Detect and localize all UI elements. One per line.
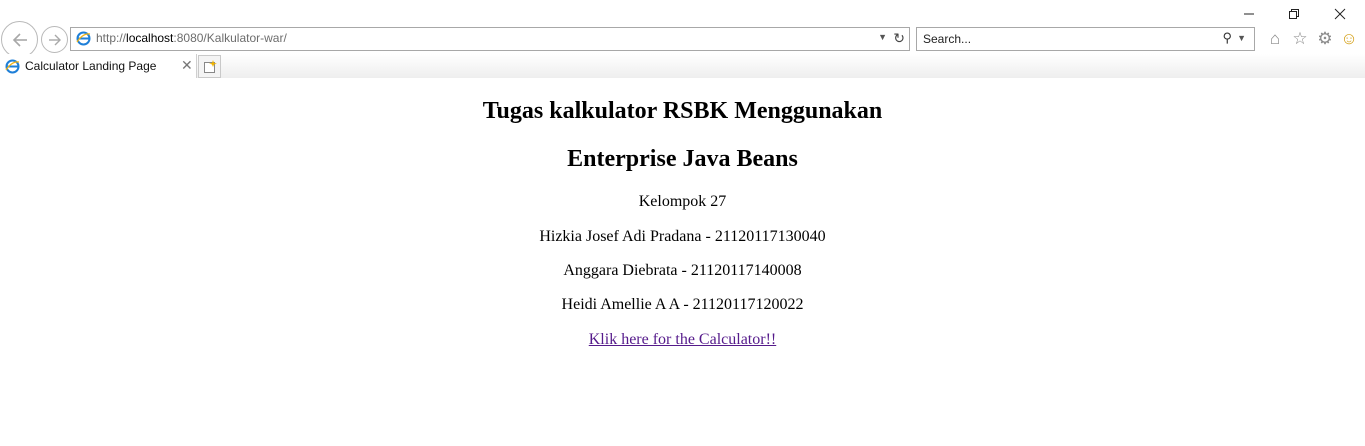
- member-2: Anggara Diebrata - 21120117140008: [563, 262, 802, 279]
- address-dropdown-icon[interactable]: ▼: [878, 32, 887, 42]
- minimize-button[interactable]: [1226, 0, 1272, 28]
- page-title-line2: Enterprise Java Beans: [567, 146, 798, 172]
- forward-button[interactable]: [41, 26, 68, 53]
- tab-title: Calculator Landing Page: [25, 59, 157, 73]
- member-3: Heidi Amellie A A - 21120117120022: [561, 296, 804, 313]
- address-bar[interactable]: http://localhost:8080/Kalkulator-war/ ▼ …: [70, 27, 910, 51]
- smiley-feedback-icon[interactable]: ☺: [1339, 29, 1359, 49]
- tab-calculator-landing[interactable]: Calculator Landing Page ✕: [0, 54, 197, 78]
- forward-arrow-icon: [48, 34, 61, 45]
- restore-icon: [1289, 9, 1299, 19]
- close-icon: [1334, 8, 1346, 20]
- favorites-star-icon[interactable]: ☆: [1290, 29, 1310, 49]
- settings-gear-icon[interactable]: ⚙: [1315, 29, 1335, 49]
- search-icon[interactable]: ⚲: [1222, 30, 1232, 46]
- tab-bar: Calculator Landing Page ✕: [0, 54, 1365, 78]
- back-button[interactable]: [1, 21, 38, 58]
- new-tab-icon: [203, 59, 217, 73]
- restore-button[interactable]: [1271, 0, 1317, 28]
- browser-chrome: http://localhost:8080/Kalkulator-war/ ▼ …: [0, 0, 1365, 78]
- page-title-line1: Tugas kalkulator RSBK Menggunakan: [482, 98, 883, 124]
- close-tab-icon[interactable]: ✕: [181, 57, 193, 74]
- ie-logo-icon: [5, 59, 20, 74]
- address-url: http://localhost:8080/Kalkulator-war/: [96, 31, 287, 45]
- calculator-link[interactable]: Klik here for the Calculator!!: [589, 331, 776, 348]
- search-box[interactable]: Search... ⚲ ▼: [916, 27, 1255, 51]
- new-tab-button[interactable]: [198, 55, 221, 78]
- member-1: Hizkia Josef Adi Pradana - 2112011713004…: [539, 228, 826, 245]
- close-window-button[interactable]: [1317, 0, 1363, 28]
- ie-logo-icon: [76, 31, 91, 46]
- home-icon[interactable]: ⌂: [1265, 29, 1285, 49]
- search-input[interactable]: Search...: [923, 32, 971, 46]
- back-arrow-icon: [12, 32, 27, 47]
- search-dropdown-icon[interactable]: ▼: [1237, 33, 1246, 43]
- minimize-icon: [1244, 13, 1254, 15]
- refresh-icon[interactable]: ↻: [893, 30, 905, 47]
- group-label: Kelompok 27: [638, 193, 727, 210]
